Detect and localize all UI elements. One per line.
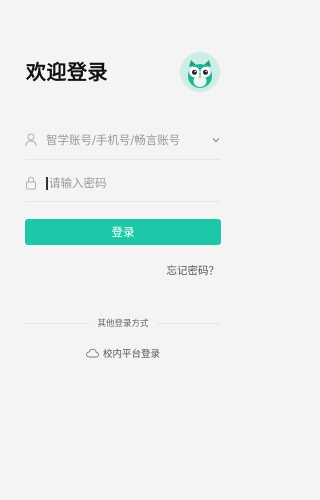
campus-login-label: 校内平台登录 — [103, 349, 161, 360]
account-field[interactable]: 智学账号/手机号/畅言账号 — [25, 126, 221, 154]
forgot-password-link[interactable]: 忘记密码？ — [167, 263, 220, 278]
lock-icon — [26, 176, 36, 190]
chevron-down-icon[interactable] — [211, 135, 221, 145]
password-input[interactable]: 请输入密码 — [46, 175, 221, 191]
account-input[interactable]: 智学账号/手机号/畅言账号 — [46, 132, 211, 148]
user-icon — [25, 133, 37, 147]
text-caret — [46, 177, 48, 190]
account-divider — [25, 159, 221, 160]
login-button[interactable]: 登录 — [25, 219, 221, 245]
page-title: 欢迎登录 — [26, 60, 108, 84]
cloud-icon — [86, 348, 99, 358]
campus-login-button[interactable]: 校内平台登录 — [86, 346, 160, 360]
password-field[interactable]: 请输入密码 — [25, 169, 221, 197]
owl-logo-icon — [180, 52, 220, 92]
password-divider — [25, 201, 221, 202]
password-placeholder: 请输入密码 — [49, 176, 107, 190]
other-divider-right — [157, 323, 221, 324]
